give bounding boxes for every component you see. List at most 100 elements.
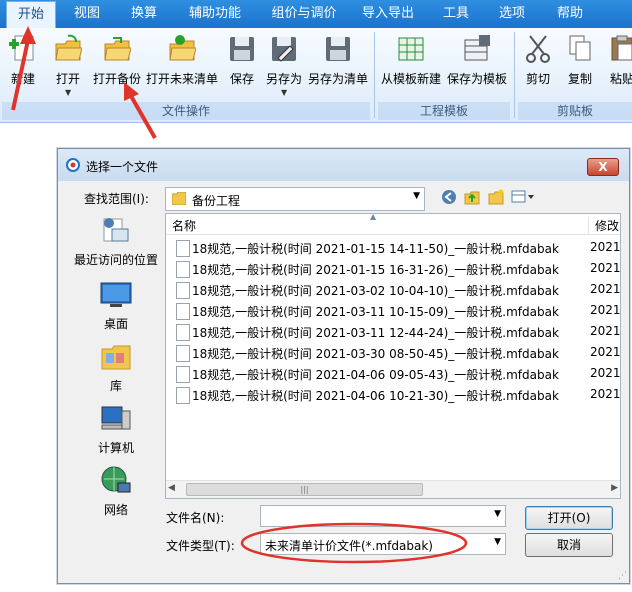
file-row[interactable]: 18规范,一般计税(时间 2021-03-11 12-44-24)_一般计税.m… [166,321,620,342]
file-icon [176,387,190,404]
tab-assist[interactable]: 辅助功能 [180,0,250,28]
file-row[interactable]: 18规范,一般计税(时间 2021-04-06 09-05-43)_一般计税.m… [166,363,620,384]
group-label-clipboard: 剪贴板 [556,104,593,118]
up-folder-icon[interactable] [462,189,482,207]
save-label: 保存 [229,72,254,86]
copy-button[interactable]: 复制 [560,32,600,94]
computer-icon [101,406,131,430]
file-date: 2021 [590,387,621,401]
place-recent-label: 最近访问的位置 [73,253,158,267]
dialog-title-bar[interactable]: 选择一个文件 X [58,149,629,181]
place-computer[interactable]: 计算机 [72,403,160,461]
open-backup-button[interactable]: 打开备份 [90,32,144,94]
chevron-down-icon[interactable]: ▼ [494,509,501,519]
place-recent[interactable]: 最近访问的位置 [72,215,160,273]
column-header-modified[interactable]: 修改 [588,217,619,234]
file-name: 18规范,一般计税(时间 2021-03-02 10-04-10)_一般计税.m… [192,284,559,298]
open-backup-icon [104,37,131,61]
new-from-template-label: 从模板新建 [380,72,441,86]
look-in-label: 查找范围(I): [84,192,149,206]
file-type-select[interactable]: 未来清单计价文件(*.mfdabak) ▼ [260,533,506,555]
file-name: 18规范,一般计税(时间 2021-04-06 10-21-30)_一般计税.m… [192,389,559,403]
save-as-list-button[interactable]: 另存为清单 [306,32,370,94]
file-row[interactable]: 18规范,一般计税(时间 2021-01-15 16-31-26)_一般计税.m… [166,258,620,279]
save-button[interactable]: 保存 [222,32,262,94]
places-bar: 最近访问的位置 桌面 库 计算机 网络 [72,215,160,517]
save-list-icon [326,37,350,61]
resize-grip-icon[interactable]: ⋰ [618,571,627,581]
open-button[interactable]: 打开 ▼ [46,32,90,97]
file-row[interactable]: 18规范,一般计税(时间 2021-03-30 08-50-45)_一般计税.m… [166,342,620,363]
save-template-icon [464,35,490,61]
group-label-file-ops: 文件操作 [161,104,210,118]
file-name: 18规范,一般计税(时间 2021-03-30 08-50-45)_一般计税.m… [192,347,559,361]
tab-help[interactable]: 帮助 [546,0,594,28]
paste-button[interactable]: 粘贴 [602,32,632,94]
file-date: 2021 [590,282,621,296]
save-as-button[interactable]: 另存为 ▼ [262,32,306,97]
place-desktop[interactable]: 桌面 [72,279,160,337]
file-row[interactable]: 18规范,一般计税(时间 2021-03-11 10-15-09)_一般计税.m… [166,300,620,321]
tab-import-export[interactable]: 导入导出 [354,0,422,28]
tab-options[interactable]: 选项 [490,0,534,28]
scroll-left-icon[interactable]: ◀ [168,483,175,493]
paste-label: 粘贴 [609,72,632,86]
file-icon [176,345,190,362]
tab-start[interactable]: 开始 [6,1,56,29]
close-button[interactable]: X [587,158,619,176]
chevron-down-icon: ▼ [413,191,420,201]
file-icon [176,261,190,278]
cancel-button[interactable]: 取消 [525,533,613,557]
save-as-list-label: 另存为清单 [307,72,368,86]
app-logo-icon [66,158,80,172]
tab-pricing[interactable]: 组价与调价 [262,0,346,28]
place-library[interactable]: 库 [72,341,160,399]
view-menu-icon[interactable] [510,189,536,207]
open-future-list-label: 打开未来清单 [145,72,218,86]
place-network[interactable]: 网络 [72,465,160,523]
file-name-label: 文件名(N): [166,511,225,525]
scrollbar-thumb[interactable]: ||| [186,483,423,496]
tab-view[interactable]: 视图 [64,0,110,28]
new-folder-icon[interactable] [486,189,506,207]
file-date: 2021 [590,303,621,317]
sort-arrow-icon: ▲ [370,213,377,221]
dialog-title: 选择一个文件 [86,160,159,174]
file-name: 18规范,一般计税(时间 2021-01-15 16-31-26)_一般计税.m… [192,263,559,277]
open-backup-label: 打开备份 [92,72,141,86]
chevron-down-icon[interactable]: ▼ [281,88,287,97]
new-button[interactable]: 新建 [0,32,46,94]
column-header-name[interactable]: 名称 [172,217,196,234]
new-file-icon [9,35,34,61]
library-icon [101,345,131,370]
cut-button[interactable]: 剪切 [518,32,558,94]
scroll-right-icon[interactable]: ▶ [611,483,618,493]
file-name: 18规范,一般计税(时间 2021-01-15 14-11-50)_一般计税.m… [192,242,559,256]
back-icon[interactable] [439,189,459,207]
file-list: ▲ 名称 修改 18规范,一般计税(时间 2021-01-15 14-11-50… [165,213,621,499]
template-icon [398,37,424,61]
open-label: 打开 [55,72,80,86]
open-future-list-button[interactable]: 打开未来清单 [144,32,220,94]
open-button[interactable]: 打开(O) [525,506,613,530]
file-row[interactable]: 18规范,一般计税(时间 2021-03-02 10-04-10)_一般计税.m… [166,279,620,300]
tab-convert[interactable]: 换算 [120,0,168,28]
new-from-template-button[interactable]: 从模板新建 [378,32,444,94]
file-name-input[interactable]: ▼ [260,505,506,527]
chevron-down-icon[interactable]: ▼ [65,88,71,97]
group-divider [514,32,515,118]
file-name: 18规范,一般计税(时间 2021-04-06 09-05-43)_一般计税.m… [192,368,559,382]
place-library-label: 库 [109,379,122,393]
file-date: 2021 [590,366,621,380]
file-row[interactable]: 18规范,一般计税(时间 2021-04-06 10-21-30)_一般计税.m… [166,384,620,405]
tab-tools[interactable]: 工具 [432,0,480,28]
cut-label: 剪切 [525,72,550,86]
file-row[interactable]: 18规范,一般计税(时间 2021-01-15 14-11-50)_一般计税.m… [166,237,620,258]
look-in-dropdown[interactable]: 备份工程 ▼ [165,187,425,211]
chevron-down-icon: ▼ [494,537,501,547]
horizontal-scrollbar[interactable]: ◀ ||| ▶ [166,480,620,498]
save-as-template-button[interactable]: 保存为模板 [444,32,510,94]
file-date: 2021 [590,324,621,338]
save-as-label: 另存为 [265,72,302,86]
desktop-icon [100,282,132,307]
